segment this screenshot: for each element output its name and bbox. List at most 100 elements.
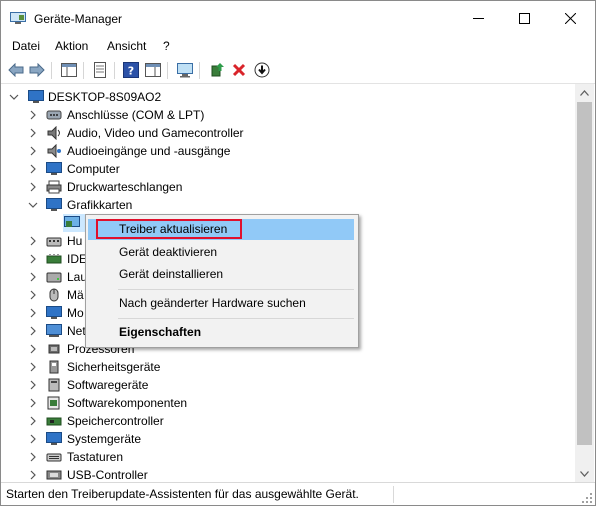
tree-item-row[interactable]: Sicherheitsgeräte [1,358,575,376]
speaker-icon [47,126,60,140]
menu-separator [118,318,354,319]
resize-grip-icon[interactable] [582,493,592,503]
window-title: Geräte-Manager [34,12,123,26]
highlight-callout-box [96,219,242,239]
menu-datei[interactable]: Datei [12,39,40,53]
chevron-right-icon[interactable] [28,434,38,444]
enable-device-toolbar-button[interactable] [253,61,271,79]
menu-item-scan-hardware[interactable]: Nach geänderter Hardware suchen [88,293,354,314]
chevron-right-icon[interactable] [28,344,38,354]
tree-item-row[interactable]: Speichercontroller [1,412,575,430]
chevron-right-icon[interactable] [28,362,38,372]
close-icon [564,12,576,24]
download-arrow-icon [254,62,270,78]
chevron-down-icon[interactable] [9,92,19,102]
computer-monitor-icon [28,90,44,103]
menu-aktion[interactable]: Aktion [55,39,88,53]
status-text: Starten den Treiberupdate-Assistenten fü… [6,487,359,501]
menu-item-properties[interactable]: Eigenschaften [88,322,354,343]
chevron-right-icon[interactable] [28,290,38,300]
chevron-right-icon[interactable] [28,398,38,408]
menu-item-uninstall-device[interactable]: Gerät deinstallieren [88,264,354,285]
chevron-right-icon[interactable] [28,164,38,174]
usb-controller-icon [46,470,62,480]
chevron-right-icon[interactable] [28,146,38,156]
tree-item-row[interactable]: USB-Controller [1,466,575,482]
chevron-right-icon[interactable] [28,236,38,246]
tree-item-label: Druckwarteschlangen [67,180,183,194]
menu-ansicht[interactable]: Ansicht [107,39,146,53]
tree-item-row[interactable]: Systemgeräte [1,430,575,448]
svg-text:?: ? [128,65,134,78]
tree-item-row[interactable]: Tastaturen [1,448,575,466]
scan-hardware-button[interactable] [176,61,194,79]
scroll-down-button[interactable] [575,465,594,482]
tree-item-label: Computer [67,162,120,176]
back-button[interactable] [7,61,25,79]
title-bar[interactable]: Geräte-Manager [1,1,595,35]
chevron-right-icon[interactable] [28,416,38,426]
toolbar-separator [83,62,84,79]
monitor-icon [46,306,62,319]
chevron-right-icon[interactable] [28,254,38,264]
tree-item-label: Softwarekomponenten [67,396,188,410]
tree-item-row[interactable]: Softwaregeräte [1,376,575,394]
tree-item-row[interactable]: Grafikkarten [1,196,575,214]
chevron-right-icon[interactable] [28,272,38,282]
chevron-right-icon[interactable] [28,308,38,318]
scroll-up-button[interactable] [575,84,594,101]
tree-root-label: DESKTOP-8S09AO2 [48,90,162,104]
drive-icon [46,272,62,283]
properties-sheet-icon [94,62,106,78]
menu-item-label: Gerät deinstallieren [119,267,224,281]
tree-item-row[interactable]: Audioeingänge und -ausgänge [1,142,575,160]
properties-button[interactable] [91,61,109,79]
status-bar: Starten den Treiberupdate-Assistenten fü… [1,482,595,505]
menu-item-disable-device[interactable]: Gerät deaktivieren [88,242,354,263]
tree-item-row[interactable]: Druckwarteschlangen [1,178,575,196]
chevron-right-icon[interactable] [28,110,38,120]
tree-item-label: Anschlüsse (COM & LPT) [67,108,205,122]
tree-item-label: Audio, Video und Gamecontroller [67,126,244,140]
close-button[interactable] [547,1,593,35]
chevron-right-icon[interactable] [28,470,38,480]
minimize-button[interactable] [455,1,501,35]
tree-item-row[interactable]: Computer [1,160,575,178]
help-button[interactable]: ? [122,61,140,79]
tree-item-label: Softwaregeräte [67,378,149,392]
computer-icon [46,162,62,175]
software-device-icon [48,378,60,392]
tree-item-label: Mo [67,306,84,320]
maximize-button[interactable] [501,1,547,35]
storage-controller-icon [46,417,62,426]
back-arrow-icon [8,63,24,77]
tree-item-label: Mä [67,288,84,302]
mouse-icon [49,288,59,302]
chevron-down-icon[interactable] [28,200,38,210]
tree-item-label: Sicherheitsgeräte [67,360,161,374]
chevron-right-icon[interactable] [28,452,38,462]
tree-item-label: Audioeingänge und -ausgänge [67,144,231,158]
show-hide-console-tree-button[interactable] [60,61,78,79]
chevron-right-icon[interactable] [28,380,38,390]
status-separator [393,486,394,503]
tree-item-row[interactable]: Softwarekomponenten [1,394,575,412]
tree-item-label: Net [67,324,86,338]
action-pane-button[interactable] [144,61,162,79]
tree-item-row[interactable]: Audio, Video und Gamecontroller [1,124,575,142]
chevron-right-icon[interactable] [28,128,38,138]
tree-item-row[interactable]: Anschlüsse (COM & LPT) [1,106,575,124]
device-manager-window: Geräte-Manager Datei Aktion Ansicht ? ? … [0,0,596,506]
uninstall-device-toolbar-button[interactable] [230,61,248,79]
hid-icon [46,237,62,247]
tree-root-row[interactable]: DESKTOP-8S09AO2 [1,88,575,106]
scrollbar-thumb[interactable] [577,102,592,445]
forward-button[interactable] [28,61,46,79]
tree-item-label: Systemgeräte [67,432,142,446]
update-driver-toolbar-button[interactable] [208,61,226,79]
chevron-right-icon[interactable] [28,326,38,336]
chevron-right-icon[interactable] [28,182,38,192]
vertical-scrollbar[interactable] [575,84,594,482]
port-connector-icon [46,110,62,120]
menu-help[interactable]: ? [163,39,170,53]
